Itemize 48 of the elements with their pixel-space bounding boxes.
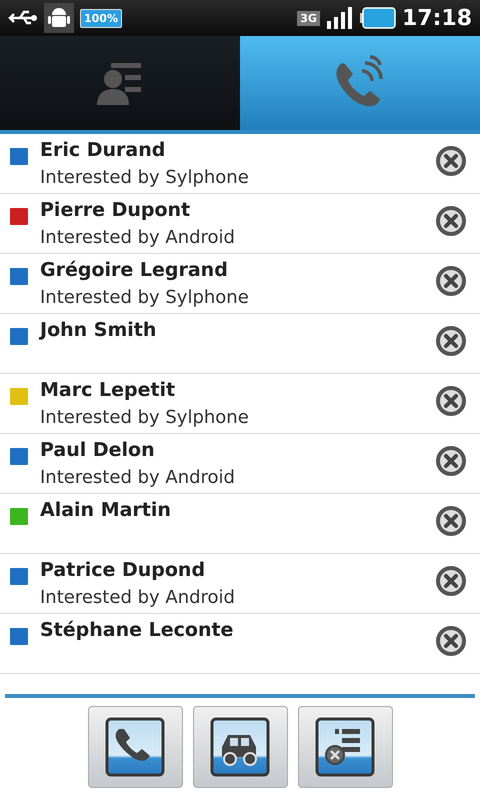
remove-icon[interactable] — [436, 206, 466, 236]
contacts-tab[interactable] — [0, 36, 240, 130]
remove-icon[interactable] — [436, 266, 466, 296]
contact-row[interactable]: Marc Lepetit Interested by Sylphone — [0, 374, 480, 434]
contact-name: Stéphane Leconte — [40, 618, 234, 643]
phone-icon — [105, 717, 165, 777]
contact-row[interactable]: Grégoire Legrand Interested by Sylphone — [0, 254, 480, 314]
remove-list-button[interactable] — [298, 706, 392, 788]
remove-icon[interactable] — [436, 386, 466, 416]
contact-interest: Interested by Sylphone — [40, 406, 250, 430]
contact-name: Alain Martin — [40, 498, 172, 523]
car-icon — [210, 717, 270, 777]
android-icon — [44, 3, 74, 33]
contact-name: John Smith — [40, 318, 158, 343]
contact-interest: Interested by Sylphone — [40, 166, 250, 190]
contact-row[interactable]: Patrice Dupond Interested by Android — [0, 554, 480, 614]
signal-icon — [326, 7, 354, 29]
contact-row[interactable]: John Smith — [0, 314, 480, 374]
remove-icon[interactable] — [436, 326, 466, 356]
contact-name: Grégoire Legrand — [40, 258, 229, 283]
remove-icon[interactable] — [436, 446, 466, 476]
battery-badge: 100% — [80, 8, 122, 28]
remove-icon[interactable] — [436, 566, 466, 596]
contact-interest: Interested by Android — [40, 226, 236, 250]
remove-icon[interactable] — [436, 146, 466, 176]
usb-icon — [8, 9, 38, 27]
contact-name: Marc Lepetit — [40, 378, 176, 403]
network-badge: 3G — [297, 10, 320, 26]
contact-name: Paul Delon — [40, 438, 156, 463]
calls-tab[interactable] — [240, 36, 480, 130]
contact-row[interactable]: Pierre Dupont Interested by Android — [0, 194, 480, 254]
list-remove-icon — [315, 717, 375, 777]
remove-icon[interactable] — [436, 626, 466, 656]
car-button[interactable] — [192, 706, 288, 788]
clock: 17:18 — [402, 6, 472, 30]
battery-icon — [360, 7, 396, 29]
contact-row[interactable]: Eric Durand Interested by Sylphone — [0, 134, 480, 194]
contact-name: Pierre Dupont — [40, 198, 192, 223]
contact-row[interactable]: Alain Martin — [0, 494, 480, 554]
contact-interest: Interested by Sylphone — [40, 286, 250, 310]
contact-row[interactable]: Stéphane Leconte — [0, 614, 480, 674]
contact-interest: Interested by Android — [40, 586, 236, 610]
remove-icon[interactable] — [436, 506, 466, 536]
contact-interest: Interested by Android — [40, 466, 236, 490]
call-button[interactable] — [88, 706, 182, 788]
contact-name: Patrice Dupond — [40, 558, 206, 583]
contact-row[interactable]: Paul Delon Interested by Android — [0, 434, 480, 494]
contact-name: Eric Durand — [40, 138, 166, 163]
